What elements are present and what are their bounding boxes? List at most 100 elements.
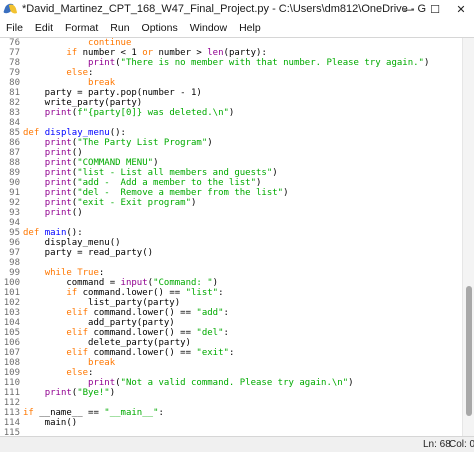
menu-format[interactable]: Format <box>59 22 104 34</box>
code-line[interactable]: main() <box>23 418 78 428</box>
code-token: ) <box>283 188 289 198</box>
code-token: display_menu <box>44 128 110 138</box>
code-token: print <box>44 138 72 148</box>
code-line[interactable]: def main(): <box>23 228 83 238</box>
code-line[interactable]: command = input("Command: ") <box>23 278 218 288</box>
code-line[interactable]: if command.lower() == "list": <box>23 288 223 298</box>
title-bar[interactable]: *David_Martinez_CPT_168_W47_Final_Projec… <box>0 0 474 18</box>
line-number: 98 <box>9 258 20 268</box>
code-line[interactable]: add_party(party) <box>23 318 175 328</box>
line-number: 112 <box>3 398 20 408</box>
line-number: 108 <box>3 358 20 368</box>
line-number: 77 <box>9 48 20 58</box>
code-line[interactable]: print("Not a valid command. Please try a… <box>23 378 354 388</box>
code-token: : <box>223 308 229 318</box>
line-number: 107 <box>3 348 20 358</box>
code-token: : <box>223 328 229 338</box>
code-line[interactable]: print("COMMAND MENU") <box>23 158 159 168</box>
menu-options[interactable]: Options <box>136 22 184 34</box>
vertical-scrollbar[interactable] <box>462 38 474 436</box>
code-token: main <box>44 228 67 238</box>
code-line[interactable]: print("del - Remove a member from the li… <box>23 188 289 198</box>
code-token: print <box>44 188 72 198</box>
code-token: : <box>228 348 235 358</box>
close-button[interactable]: ✕ <box>448 0 474 18</box>
code-token: : <box>98 268 105 278</box>
menu-edit[interactable]: Edit <box>29 22 59 34</box>
code-token: ) <box>207 138 213 148</box>
code-line[interactable]: if __name__ == "__main__": <box>23 408 164 418</box>
code-line[interactable]: print("add - Add a member to the list") <box>23 178 262 188</box>
line-number: 102 <box>3 298 20 308</box>
menu-run[interactable]: Run <box>104 22 135 34</box>
code-line[interactable]: else: <box>23 68 93 78</box>
code-token: input <box>120 278 148 288</box>
code-line[interactable]: elif command.lower() == "exit": <box>23 348 234 358</box>
code-line[interactable]: write_party(party) <box>23 98 143 108</box>
line-number: 101 <box>3 288 20 298</box>
code-area[interactable]: continue if number < 1 or number > len(p… <box>23 38 459 436</box>
code-token: "del" <box>196 328 224 338</box>
code-token: ) <box>153 158 159 168</box>
minimize-button[interactable]: — <box>396 0 422 18</box>
scrollbar-thumb[interactable] <box>466 286 472 416</box>
code-line[interactable]: break <box>23 78 115 88</box>
line-number: 106 <box>3 338 20 348</box>
line-number: 104 <box>3 318 20 328</box>
code-line[interactable]: def display_menu(): <box>23 128 126 138</box>
code-token: (): <box>66 228 83 238</box>
code-line[interactable]: print("list - List all members and guest… <box>23 168 278 178</box>
code-line[interactable]: else: <box>23 368 93 378</box>
line-number: 79 <box>9 68 20 78</box>
code-line[interactable]: print("The Party List Program") <box>23 138 213 148</box>
line-number: 83 <box>9 108 20 118</box>
code-line[interactable]: print("Bye!") <box>23 388 115 398</box>
code-line[interactable]: elif command.lower() == "del": <box>23 328 229 338</box>
code-line[interactable]: party = party.pop(number - 1) <box>23 88 202 98</box>
code-line[interactable]: break <box>23 358 115 368</box>
code-line[interactable]: print("exit - Exit program") <box>23 198 197 208</box>
code-line[interactable]: while True: <box>23 268 105 278</box>
code-line[interactable]: print("There is no member with that numb… <box>23 58 429 68</box>
code-token: "del - Remove a member from the list" <box>77 188 284 198</box>
line-number: 92 <box>9 198 20 208</box>
code-token: ) <box>348 378 354 388</box>
code-token: (): <box>109 128 126 138</box>
code-line[interactable]: print() <box>23 208 83 218</box>
code-line[interactable]: if number < 1 or number > len(party): <box>23 48 267 58</box>
line-number: 76 <box>9 38 20 48</box>
code-line[interactable]: delete_party(party) <box>23 338 191 348</box>
code-line[interactable]: list_party(party) <box>23 298 180 308</box>
code-line[interactable]: print() <box>23 148 83 158</box>
window-controls: — ☐ ✕ <box>396 0 474 18</box>
code-line[interactable]: display_menu() <box>23 238 121 248</box>
code-token: : <box>158 408 164 418</box>
code-token: print <box>88 58 116 68</box>
maximize-button[interactable]: ☐ <box>422 0 448 18</box>
menu-help[interactable]: Help <box>233 22 267 34</box>
code-line[interactable]: elif command.lower() == "add": <box>23 308 229 318</box>
code-token: elif <box>66 328 89 338</box>
code-line[interactable]: continue <box>23 38 131 48</box>
code-token: continue <box>88 38 132 48</box>
code-token: ) <box>272 168 278 178</box>
line-number: 91 <box>9 188 20 198</box>
code-token: break <box>88 358 116 368</box>
line-number: 81 <box>9 88 20 98</box>
line-number: 78 <box>9 58 20 68</box>
code-token: f"{party[0]} was deleted.\n" <box>77 108 229 118</box>
code-editor[interactable]: 76 77 78 79 80 81 82 83 84 85 86 87 88 89 90 91 92 93 94 95… <box>0 37 474 436</box>
menu-window[interactable]: Window <box>184 22 233 34</box>
menu-file[interactable]: File <box>0 22 29 34</box>
code-line[interactable]: print(f"{party[0]} was deleted.\n") <box>23 108 235 118</box>
code-token: or <box>142 48 154 58</box>
code-line[interactable]: party = read_party() <box>23 248 153 258</box>
